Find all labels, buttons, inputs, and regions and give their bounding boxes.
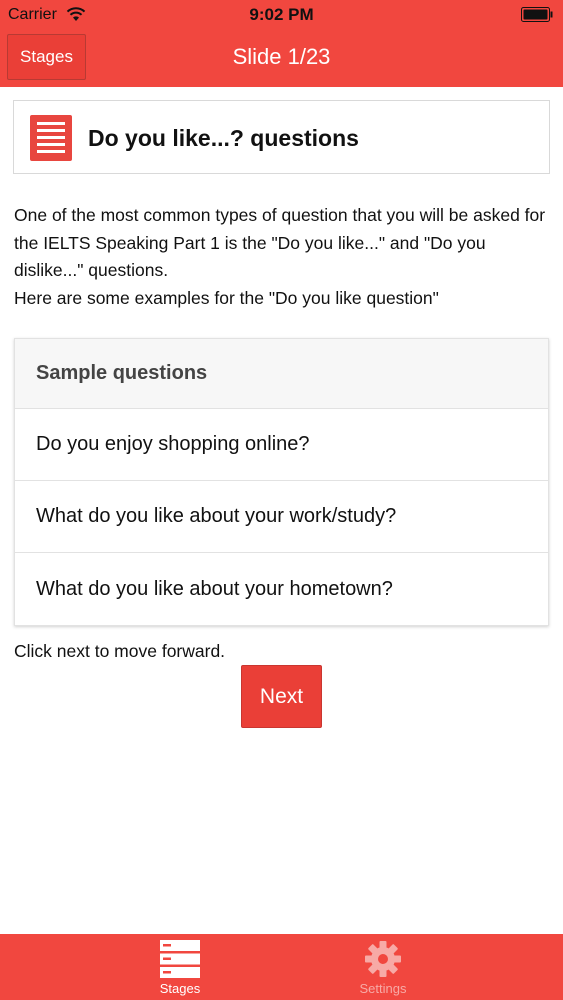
tab-stages[interactable]: Stages <box>100 934 260 1000</box>
document-list-icon <box>30 115 72 161</box>
app-header: Carrier 9:02 PM Stages Slide 1/23 <box>0 0 563 87</box>
slide-title: Slide 1/23 <box>232 44 331 69</box>
battery-icon <box>521 7 553 22</box>
list-item[interactable]: What do you like about your work/study? <box>15 481 548 553</box>
gear-icon <box>365 941 401 977</box>
list-header: Sample questions <box>15 339 548 409</box>
intro-paragraph: One of the most common types of question… <box>14 202 554 312</box>
list-item[interactable]: Do you enjoy shopping online? <box>15 409 548 481</box>
next-button[interactable]: Next <box>241 665 322 728</box>
tab-settings[interactable]: Settings <box>303 934 463 1000</box>
status-bar: Carrier 9:02 PM <box>0 0 563 30</box>
sample-questions-list: Sample questions Do you enjoy shopping o… <box>14 338 549 626</box>
intro-examples-text: Here are some examples for the "Do you l… <box>14 287 439 308</box>
tab-label: Settings <box>359 981 407 996</box>
lesson-title: Do you like...? questions <box>88 125 359 151</box>
tab-label: Stages <box>159 981 201 996</box>
hint-text: Click next to move forward. <box>14 641 226 661</box>
tab-bar: Stages Settings <box>0 934 563 1000</box>
navigation-bar: Stages Slide 1/23 <box>0 30 563 87</box>
stages-list-icon <box>160 940 200 978</box>
intro-text: One of the most common types of question… <box>14 205 546 280</box>
list-item[interactable]: What do you like about your hometown? <box>15 553 548 625</box>
lesson-title-card: Do you like...? questions <box>13 100 550 174</box>
status-time: 9:02 PM <box>249 5 314 24</box>
